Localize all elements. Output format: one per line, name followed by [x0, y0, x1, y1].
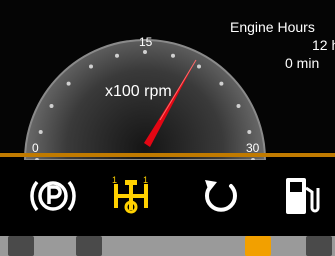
gauge-tick-dot	[171, 53, 175, 58]
gauge-label-mid: 15	[139, 35, 153, 49]
softkey-4[interactable]	[306, 236, 332, 256]
softkey-1[interactable]	[8, 236, 34, 256]
svg-text:1: 1	[143, 175, 148, 185]
softkey-2[interactable]	[76, 236, 102, 256]
parking-brake-icon[interactable]	[30, 170, 76, 222]
gauge-tick-dot	[38, 130, 43, 134]
gauge-tick-dot	[143, 50, 147, 54]
divider-bar	[0, 153, 335, 157]
gauge-unit-label: x100 rpm	[105, 83, 172, 100]
gauge-tick-dot	[247, 130, 252, 134]
machine-display: 0 15 30 x100 rpm Engine Hours 12 h 0 min	[0, 0, 335, 256]
engine-hours-title: Engine Hours	[230, 19, 315, 35]
gauge-tick-dot	[66, 81, 71, 86]
differential-lock-icon[interactable]: 1 1	[108, 170, 154, 222]
rotation-icon[interactable]	[197, 170, 243, 222]
softkey-bar	[0, 236, 335, 256]
gauge-tick-dot	[115, 53, 119, 58]
engine-minutes-value: 0 min	[285, 55, 320, 71]
indicator-row: 1 1	[0, 170, 335, 228]
gauge-tick-dot	[89, 64, 93, 69]
gauge-tick-dot	[236, 104, 241, 108]
engine-hours-value: 12 h	[312, 37, 335, 53]
softkey-3-active[interactable]	[245, 236, 271, 256]
svg-text:1: 1	[112, 175, 117, 185]
gauge-tick-dot	[219, 81, 224, 86]
gauge-tick-dot	[49, 104, 54, 108]
fuel-icon[interactable]	[278, 170, 324, 222]
gauge-tick-dot	[197, 64, 201, 69]
